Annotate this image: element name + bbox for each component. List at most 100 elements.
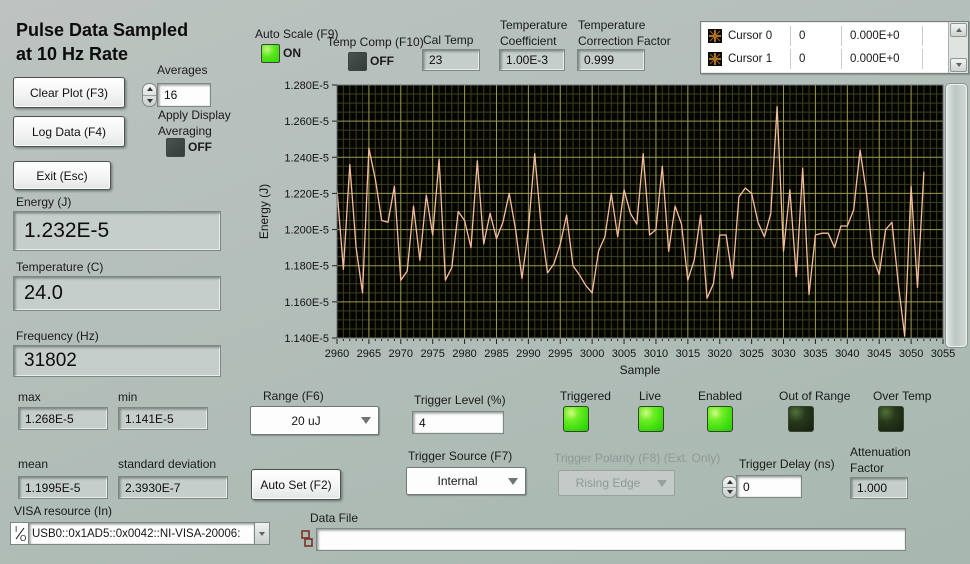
energy-waveform-chart[interactable]: 2960296529702975298029852990299530003005… bbox=[255, 78, 967, 378]
stepper-up-icon[interactable] bbox=[723, 477, 736, 488]
enabled-label: Enabled bbox=[698, 389, 742, 403]
x-tick-label: 3035 bbox=[803, 348, 827, 360]
trigger-source-select[interactable]: Internal bbox=[406, 467, 526, 495]
trigger-source-label: Trigger Source (F7) bbox=[408, 449, 512, 463]
frequency-label: Frequency (Hz) bbox=[16, 329, 99, 343]
mean-label: mean bbox=[18, 457, 48, 471]
triggered-led bbox=[563, 406, 589, 432]
live-label: Live bbox=[639, 389, 661, 403]
trigger-delay-input[interactable]: 0 bbox=[736, 475, 802, 498]
out-of-range-label: Out of Range bbox=[779, 389, 850, 403]
clear-plot-button[interactable]: Clear Plot (F3) bbox=[13, 77, 125, 108]
mean-readout: 1.1995E-5 bbox=[18, 476, 108, 499]
x-tick-label: 3010 bbox=[644, 348, 668, 360]
visa-resource-control[interactable]: IO USB0::0x1AD5::0x0042::NI-VISA-20006: bbox=[10, 522, 270, 545]
x-tick-label: 3000 bbox=[580, 348, 604, 360]
apply-display-averaging-label: Apply Display Averaging bbox=[158, 107, 231, 139]
chevron-down-icon bbox=[259, 532, 265, 536]
cursor-legend: Cursor 0 0 0.000E+0 Cursor 1 0 0.000E+0 bbox=[700, 21, 969, 74]
temperature-readout: 24.0 bbox=[13, 276, 221, 311]
x-tick-label: 3040 bbox=[835, 348, 859, 360]
trigger-delay-value: 0 bbox=[737, 480, 750, 494]
x-tick-label: 3005 bbox=[612, 348, 636, 360]
averages-label: Averages bbox=[157, 63, 207, 77]
frequency-readout: 31802 bbox=[13, 345, 221, 377]
temp-comp-led[interactable] bbox=[348, 52, 367, 71]
trigger-level-value: 4 bbox=[413, 416, 426, 430]
cursor-row[interactable]: Cursor 1 0 0.000E+0 bbox=[701, 49, 948, 69]
apply-display-averaging-state: OFF bbox=[188, 140, 212, 154]
auto-set-button[interactable]: Auto Set (F2) bbox=[251, 469, 341, 500]
cursor-crosshair-icon bbox=[708, 52, 722, 66]
range-select[interactable]: 20 uJ bbox=[250, 406, 379, 435]
cursor-name: Cursor 0 bbox=[728, 30, 790, 42]
y-axis-label: Energy (J) bbox=[257, 184, 271, 239]
std-label: standard deviation bbox=[118, 457, 216, 471]
svg-text:O: O bbox=[20, 534, 26, 542]
y-tick-label: 1.240E-5 bbox=[284, 152, 329, 164]
attenuation-readout: 1.000 bbox=[850, 477, 908, 499]
visa-resource-input[interactable]: USB0::0x1AD5::0x0042::NI-VISA-20006: bbox=[28, 522, 255, 545]
temp-correction-readout: 0.999 bbox=[577, 49, 645, 71]
x-axis-label: Sample bbox=[620, 363, 661, 377]
averages-value: 16 bbox=[158, 88, 177, 102]
temp-coefficient-readout: 1.00E-3 bbox=[499, 49, 565, 71]
x-tick-label: 2980 bbox=[452, 348, 476, 360]
x-tick-label: 2960 bbox=[325, 348, 349, 360]
x-tick-label: 3055 bbox=[931, 348, 955, 360]
trigger-polarity-value: Rising Edge bbox=[559, 476, 657, 490]
cursor-row[interactable]: Cursor 0 0 0.000E+0 bbox=[701, 26, 948, 46]
trigger-level-input[interactable]: 4 bbox=[412, 411, 504, 434]
attenuation-label: Attenuation Factor bbox=[850, 445, 911, 476]
stepper-up-icon[interactable] bbox=[143, 84, 156, 96]
trigger-polarity-select: Rising Edge bbox=[558, 470, 675, 496]
scroll-up-icon[interactable] bbox=[950, 23, 967, 37]
cursor-legend-scrollbar[interactable] bbox=[948, 22, 968, 73]
enabled-led bbox=[707, 406, 733, 432]
min-value: 1.141E-5 bbox=[119, 412, 174, 426]
log-data-button[interactable]: Log Data (F4) bbox=[13, 116, 125, 147]
energy-label: Energy (J) bbox=[16, 195, 71, 209]
path-icon bbox=[301, 530, 314, 548]
data-file-control[interactable] bbox=[301, 528, 906, 551]
x-tick-label: 2990 bbox=[516, 348, 540, 360]
min-label: min bbox=[118, 390, 137, 404]
front-panel: Pulse Data Sampled at 10 Hz Rate Clear P… bbox=[0, 0, 970, 564]
auto-scale-led[interactable] bbox=[261, 44, 280, 63]
range-value: 20 uJ bbox=[251, 414, 361, 428]
chevron-down-icon bbox=[508, 478, 518, 485]
y-tick-label: 1.220E-5 bbox=[284, 188, 329, 200]
chevron-down-icon bbox=[361, 417, 371, 424]
cursor-y-value: 0.000E+0 bbox=[842, 30, 922, 42]
apply-display-averaging-led[interactable] bbox=[166, 138, 185, 157]
averages-input[interactable]: 16 bbox=[157, 83, 211, 107]
stepper-down-icon[interactable] bbox=[143, 96, 156, 107]
exit-button[interactable]: Exit (Esc) bbox=[13, 161, 111, 190]
triggered-label: Triggered bbox=[560, 389, 611, 403]
page-title: Pulse Data Sampled at 10 Hz Rate bbox=[16, 18, 188, 67]
visa-dropdown-button[interactable] bbox=[255, 522, 270, 545]
trigger-delay-stepper[interactable] bbox=[722, 476, 737, 498]
cursor-x-value: 0 bbox=[791, 30, 841, 42]
y-tick-label: 1.280E-5 bbox=[284, 80, 329, 92]
cursor-name: Cursor 1 bbox=[728, 53, 790, 65]
auto-scale-state: ON bbox=[283, 46, 301, 60]
y-tick-label: 1.200E-5 bbox=[284, 225, 329, 237]
cal-temp-readout: 23 bbox=[422, 49, 480, 71]
x-tick-label: 3045 bbox=[867, 348, 891, 360]
x-tick-label: 2965 bbox=[357, 348, 381, 360]
attenuation-value: 1.000 bbox=[851, 481, 887, 495]
temp-correction-label: Temperature Correction Factor bbox=[578, 18, 671, 49]
y-tick-label: 1.180E-5 bbox=[284, 261, 329, 273]
max-readout: 1.268E-5 bbox=[18, 407, 108, 430]
over-temp-label: Over Temp bbox=[873, 389, 931, 403]
averages-stepper[interactable] bbox=[142, 83, 157, 107]
graph-frame-bezel bbox=[945, 83, 968, 348]
energy-readout: 1.232E-5 bbox=[13, 211, 221, 251]
x-tick-label: 3015 bbox=[676, 348, 700, 360]
data-file-input[interactable] bbox=[316, 528, 906, 551]
stepper-down-icon[interactable] bbox=[723, 488, 736, 498]
cursor-crosshair-icon bbox=[708, 29, 722, 43]
cal-temp-label: Cal Temp bbox=[423, 33, 473, 47]
scroll-down-icon[interactable] bbox=[950, 58, 967, 72]
